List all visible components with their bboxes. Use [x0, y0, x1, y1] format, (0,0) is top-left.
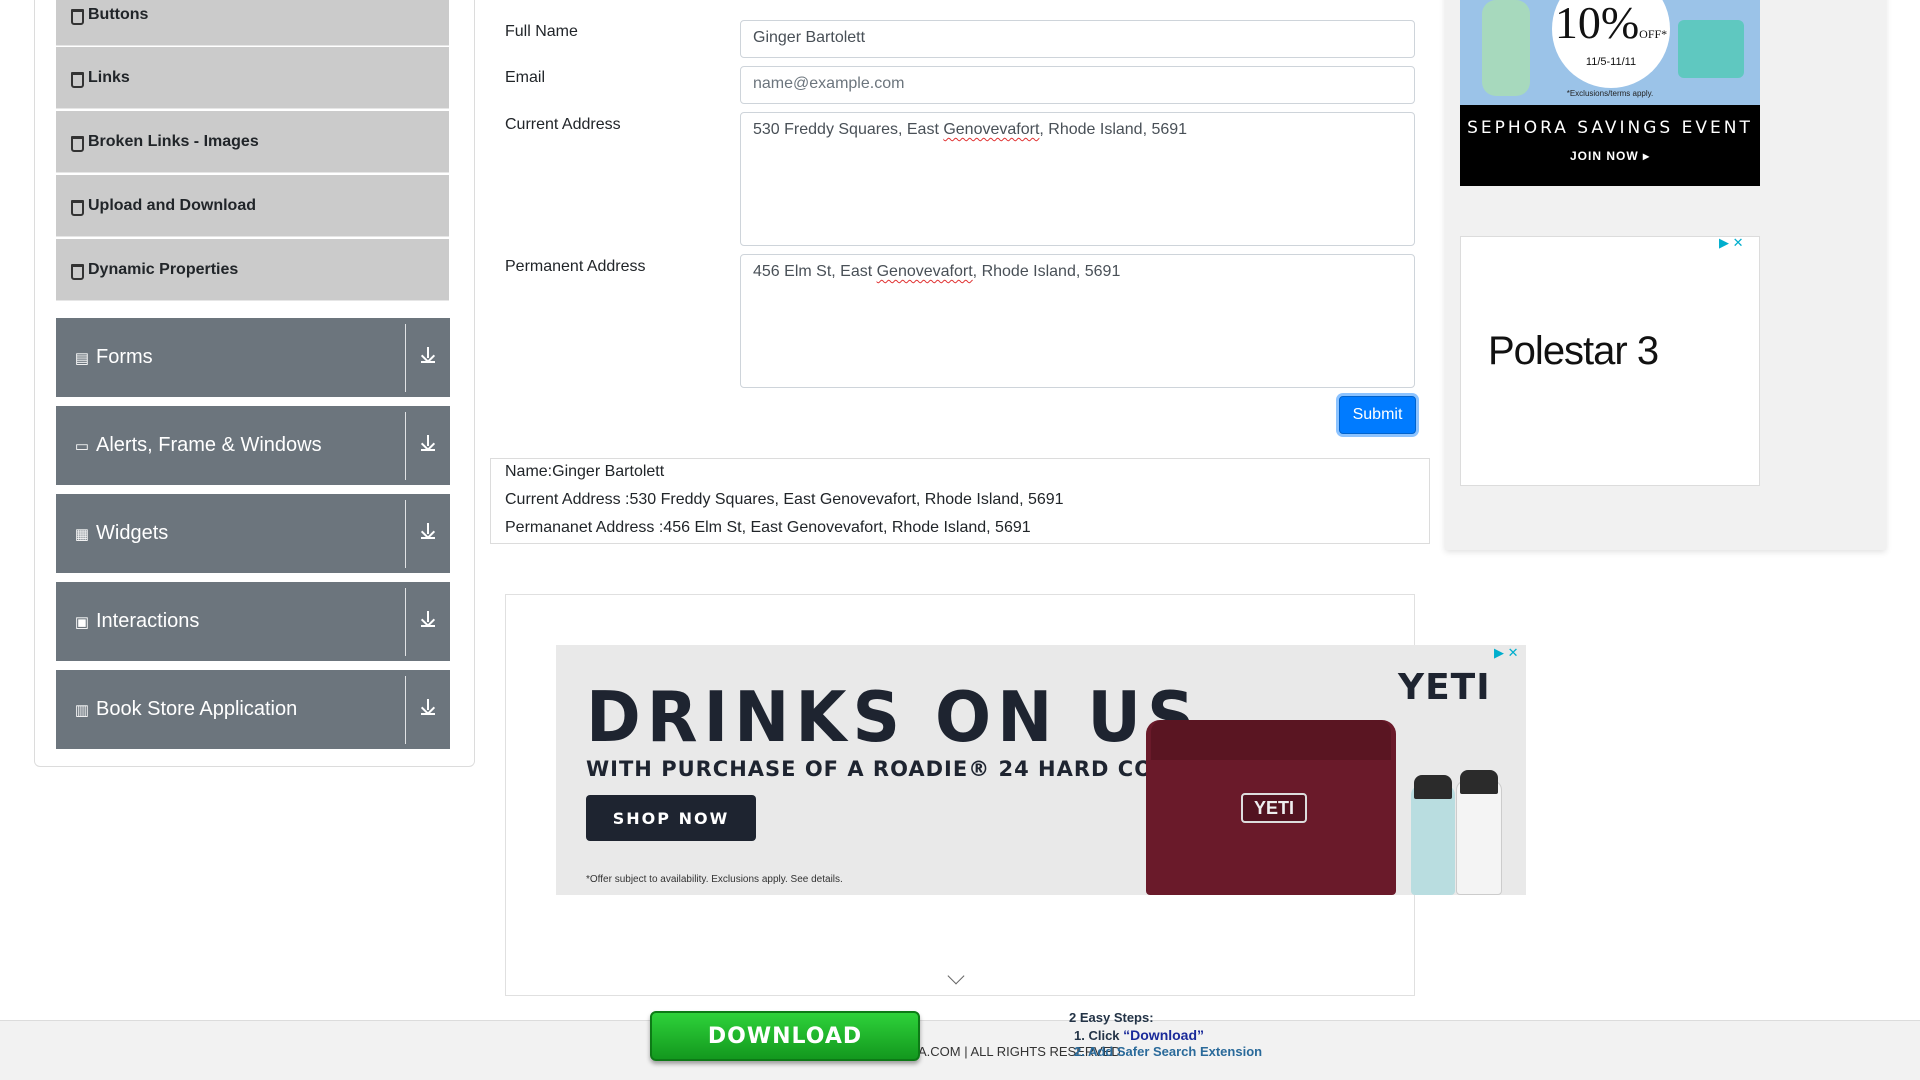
full-name-value: Ginger Bartolett: [753, 29, 866, 46]
download-arrow-icon[interactable]: [406, 611, 450, 632]
sidebar-item-broken-links[interactable]: Broken Links - Images: [56, 111, 449, 173]
exclusions-text: *Exclusions/terms apply.: [1566, 89, 1654, 98]
download-arrow-icon[interactable]: [406, 523, 450, 544]
bottle-image: [1411, 785, 1455, 895]
ad-title: SEPHORA SAVINGS EVENT: [1467, 118, 1753, 138]
ad-subline: WITH PURCHASE OF A ROADIE® 24 HARD COOLE…: [586, 757, 1241, 781]
permanent-address-label: Permanent Address: [505, 258, 646, 275]
steps-title: 2 Easy Steps:: [1069, 1010, 1154, 1025]
sidebar-group-interactions[interactable]: ▣ Interactions: [56, 582, 450, 661]
html5-icon: [70, 199, 84, 216]
widgets-icon: ▦: [74, 525, 90, 543]
html5-icon: [70, 263, 84, 280]
form-icon: ▤: [74, 349, 90, 367]
current-address-textarea[interactable]: 530 Freddy Squares, East Genovevafort, R…: [740, 112, 1415, 246]
sidebar-item-upload-download[interactable]: Upload and Download: [56, 175, 449, 237]
group-label: Book Store Application: [96, 698, 298, 720]
divider: [405, 411, 406, 480]
current-address-label: Current Address: [505, 116, 621, 133]
divider: [405, 587, 406, 656]
discount-dates: 11/5-11/11: [1585, 56, 1637, 68]
divider: [405, 323, 406, 392]
product-image: [1678, 20, 1744, 78]
full-name-input[interactable]: Ginger Bartolett: [740, 20, 1415, 58]
output-permanent-address: Permananet Address :456 Elm St, East Gen…: [505, 519, 1031, 536]
group-label: Forms: [96, 346, 153, 368]
step-2: 2. Add Safer Search Extension: [1074, 1044, 1263, 1059]
divider: [405, 499, 406, 568]
download-arrow-icon[interactable]: [406, 347, 450, 368]
sidebar-group-book-store[interactable]: ▥ Book Store Application: [56, 670, 450, 749]
sidebar-group-forms[interactable]: ▤ Forms: [56, 318, 450, 397]
interactions-icon: ▣: [74, 613, 90, 631]
download-arrow-icon[interactable]: [406, 699, 450, 720]
permanent-address-text: 456 Elm St, East: [753, 263, 877, 280]
current-address-text: 530 Freddy Squares, East: [753, 121, 944, 138]
current-address-text-end: , Rhode Island, 5691: [1039, 121, 1188, 138]
email-label: Email: [505, 69, 546, 86]
group-label: Widgets: [96, 522, 169, 544]
polestar-ad[interactable]: ▶ ✕ Polestar 3: [1460, 235, 1760, 486]
html5-icon: [70, 8, 84, 25]
step-1: 1. Click “Download”: [1074, 1027, 1205, 1043]
html5-icon: [70, 71, 84, 88]
misspelled-word: Genovevafort: [876, 263, 973, 280]
cooler-logo: YETI: [1241, 793, 1307, 823]
permanent-address-text-end: , Rhode Island, 5691: [972, 263, 1121, 280]
ad-fine-print: *Offer subject to availability. Exclusio…: [586, 874, 843, 885]
adchoices-icon[interactable]: ▶ ✕: [1719, 235, 1744, 251]
sidebar-group-widgets[interactable]: ▦ Widgets: [56, 494, 450, 573]
output-name: Name:Ginger Bartolett: [505, 463, 665, 480]
yeti-ad[interactable]: DRINKS ON US WITH PURCHASE OF A ROADIE® …: [556, 645, 1526, 895]
sidebar-item-label: Dynamic Properties: [88, 260, 239, 278]
bottle-cap: [1460, 770, 1498, 794]
product-image: [1482, 0, 1530, 96]
misspelled-word: Genovevafort: [943, 121, 1040, 138]
sidebar-item-buttons[interactable]: Buttons: [56, 0, 449, 46]
books-icon: ▥: [74, 701, 90, 719]
group-label: Alerts, Frame & Windows: [96, 434, 322, 456]
email-placeholder: name@example.com: [753, 75, 905, 92]
ad-text: Polestar 3: [1488, 329, 1659, 373]
sidebar-item-label: Links: [88, 68, 130, 86]
bottle-image: [1456, 780, 1502, 895]
sidebar-group-alerts[interactable]: ▭ Alerts, Frame & Windows: [56, 406, 450, 485]
submit-button[interactable]: Submit: [1339, 396, 1416, 434]
sephora-ad[interactable]: 10%OFF* 11/5-11/11 *Exclusions/terms app…: [1460, 0, 1760, 186]
html5-icon: [70, 135, 84, 152]
sidebar-item-dynamic-properties[interactable]: Dynamic Properties: [56, 239, 449, 301]
yeti-logo: YETI: [1398, 667, 1491, 708]
sidebar-item-label: Broken Links - Images: [88, 132, 259, 150]
window-icon: ▭: [74, 437, 90, 455]
shop-now-button[interactable]: SHOP NOW: [586, 795, 756, 841]
download-button[interactable]: DOWNLOAD: [650, 1011, 920, 1061]
divider: [405, 675, 406, 744]
join-now-link[interactable]: JOIN NOW ▸: [1460, 149, 1760, 163]
permanent-address-textarea[interactable]: 456 Elm St, East Genovevafort, Rhode Isl…: [740, 254, 1415, 388]
bottle-cap: [1414, 775, 1452, 799]
group-label: Interactions: [96, 610, 200, 632]
sidebar-item-label: Upload and Download: [88, 196, 256, 214]
sidebar-item-label: Buttons: [88, 5, 149, 23]
full-name-label: Full Name: [505, 23, 578, 40]
adchoices-icon[interactable]: ▶ ✕: [1494, 645, 1519, 661]
download-arrow-icon[interactable]: [406, 435, 450, 456]
output-current-address: Current Address :530 Freddy Squares, Eas…: [505, 491, 1064, 508]
cooler-lid: [1151, 720, 1391, 760]
discount-value: 10%OFF*: [1554, 0, 1668, 48]
ad-headline: DRINKS ON US: [586, 677, 1201, 758]
email-input[interactable]: name@example.com: [740, 66, 1415, 104]
sidebar-item-links[interactable]: Links: [56, 47, 449, 109]
